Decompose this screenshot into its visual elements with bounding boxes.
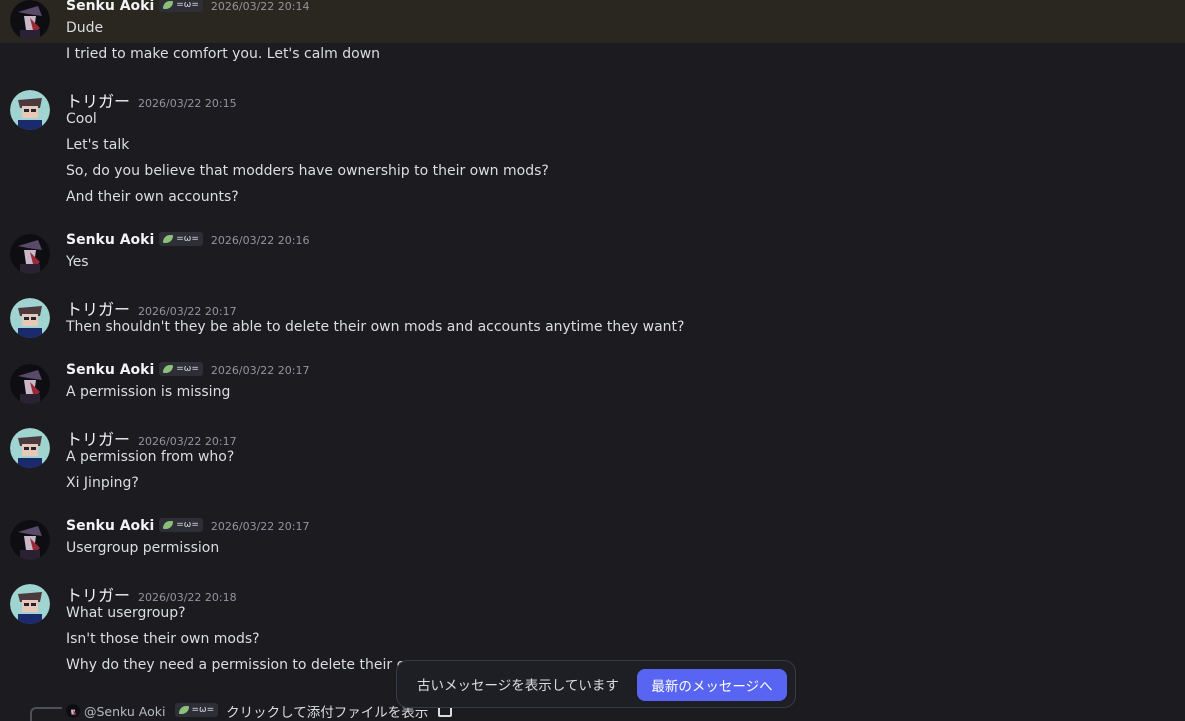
chat-message-list: Senku Aoki =ω= 2026/03/22 20:14 Dude I t… [0, 0, 1185, 721]
message-line: Let's talk [66, 137, 130, 153]
message-line: Isn't those their own mods? [66, 631, 260, 647]
leaf-icon [163, 1, 174, 9]
user-tag: =ω= [174, 703, 219, 717]
message-line: Xi Jinping? [66, 475, 139, 491]
message-line: And their own accounts? [66, 189, 239, 205]
message-group: トリガー 2026/03/22 20:17 Then shouldn't the… [0, 296, 1185, 341]
timestamp: 2026/03/22 20:17 [138, 435, 237, 448]
message-line: Then shouldn't they be able to delete th… [66, 319, 685, 335]
tag-text: =ω= [176, 364, 199, 374]
older-messages-text: 古いメッセージを表示しています [417, 678, 619, 694]
message-line: Dude [66, 20, 104, 36]
reply-username[interactable]: @Senku Aoki [84, 704, 166, 719]
message-group: トリガー 2026/03/22 20:17 A permission from … [0, 426, 1185, 498]
timestamp: 2026/03/22 20:14 [210, 0, 310, 13]
reply-connector [30, 707, 62, 721]
avatar[interactable] [10, 520, 50, 560]
username[interactable]: Senku Aoki [66, 362, 154, 378]
user-tag: =ω= [159, 518, 203, 532]
username[interactable]: トリガー [66, 426, 130, 450]
username[interactable]: トリガー [66, 296, 130, 320]
avatar[interactable] [10, 584, 50, 624]
message-line: Usergroup permission [66, 540, 220, 556]
timestamp: 2026/03/22 20:17 [138, 305, 237, 318]
timestamp: 2026/03/22 20:15 [138, 97, 237, 110]
jump-to-present-button[interactable]: 最新のメッセージへ [637, 669, 787, 701]
username[interactable]: Senku Aoki [66, 232, 154, 248]
reply-text[interactable]: クリックして添付ファイルを表示 [226, 701, 428, 721]
message-line: Why do they need a permission to delete … [66, 657, 417, 673]
username[interactable]: トリガー [66, 582, 130, 606]
older-messages-bar: 古いメッセージを表示しています 最新のメッセージへ [396, 660, 796, 708]
timestamp: 2026/03/22 20:18 [138, 591, 237, 604]
avatar[interactable] [10, 234, 50, 274]
user-tag: =ω= [159, 0, 203, 12]
timestamp: 2026/03/22 20:17 [210, 520, 310, 533]
timestamp: 2026/03/22 20:16 [210, 234, 310, 247]
message-line: Yes [66, 254, 89, 270]
leaf-icon [163, 235, 174, 243]
username[interactable]: Senku Aoki [66, 518, 154, 534]
leaf-icon [163, 521, 174, 529]
username[interactable]: Senku Aoki [66, 0, 154, 14]
message-line: What usergroup? [66, 605, 186, 621]
leaf-icon [178, 706, 189, 714]
tag-text: =ω= [176, 0, 199, 10]
leaf-icon [163, 365, 174, 373]
message-line: So, do you believe that modders have own… [66, 163, 549, 179]
message-group: Senku Aoki =ω= 2026/03/22 20:14 Dude [0, 0, 1185, 43]
message-group: Senku Aoki =ω= 2026/03/22 20:16 Yes [0, 232, 1185, 277]
message-group: Senku Aoki =ω= 2026/03/22 20:17 Usergrou… [0, 518, 1185, 563]
message-line: Cool [66, 111, 97, 127]
message-line: A permission is missing [66, 384, 231, 400]
tag-text: =ω= [176, 234, 199, 244]
tag-text: =ω= [176, 520, 199, 530]
message-line: I tried to make comfort you. Let's calm … [66, 46, 381, 62]
message-group: トリガー 2026/03/22 20:15 Cool Let's talk So… [0, 88, 1185, 213]
user-tag: =ω= [159, 362, 203, 376]
username[interactable]: トリガー [66, 88, 130, 112]
timestamp: 2026/03/22 20:17 [210, 364, 310, 377]
avatar[interactable] [10, 298, 50, 338]
reply-preview[interactable]: @Senku Aoki =ω= クリックして添付ファイルを表示 [66, 701, 453, 721]
avatar [66, 704, 80, 718]
message-group: Senku Aoki =ω= 2026/03/22 20:17 A permis… [0, 362, 1185, 407]
message-line: A permission from who? [66, 449, 235, 465]
avatar[interactable] [10, 428, 50, 468]
avatar[interactable] [10, 364, 50, 404]
user-tag: =ω= [159, 232, 203, 246]
tag-text: =ω= [191, 705, 215, 715]
avatar[interactable] [10, 0, 50, 40]
avatar[interactable] [10, 90, 50, 130]
